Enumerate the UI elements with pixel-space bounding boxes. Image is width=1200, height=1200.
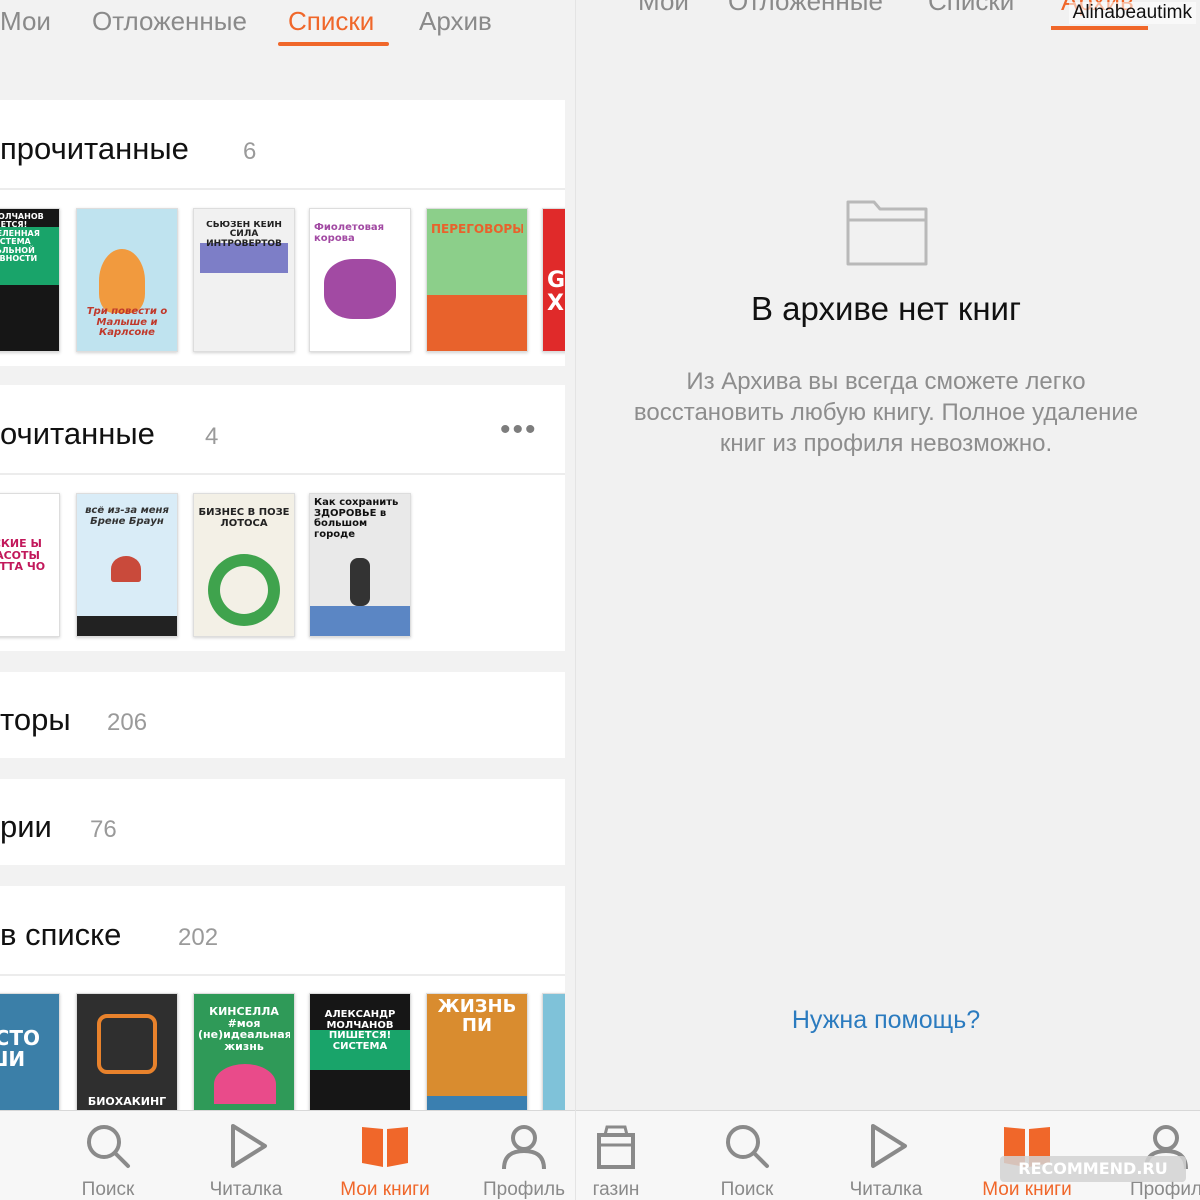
book-cover[interactable]: Три повести о Малыше и Карлсоне — [76, 208, 178, 352]
tab-deferred[interactable]: Отложенные — [728, 0, 883, 17]
tab-archive[interactable]: Архив — [419, 6, 492, 37]
book-cover[interactable]: АЛЕКСАНДР МОЛЧАНОВ ПИШЕТСЯ! СИСТЕМА — [309, 993, 411, 1116]
bottom-navigation: н Поиск Читалка Мои книги — [0, 1110, 575, 1200]
list-title: в списке — [0, 917, 122, 952]
nav-search[interactable]: Поиск — [677, 1111, 817, 1200]
list-card-read[interactable]: прочитанные 6 ДР МОЛЧАНОВ ШЕТСЯ! РЕДЕЛЕН… — [0, 100, 565, 366]
book-cover-text: всё из-за меня Брене Браун — [85, 506, 169, 527]
nav-profile[interactable]: Профиль — [454, 1111, 575, 1200]
book-cover[interactable]: Фиолетовая корова — [309, 208, 411, 352]
list-card-in-list[interactable]: в списке 202 РОСТО ЫШИ БИОХАКИНГ КИНСЕЛЛ… — [0, 886, 565, 1116]
screenshot-root: Мои Отложенные Списки Архив прочитанные … — [0, 0, 1200, 1200]
book-cover-text: Фиолетовая корова — [314, 223, 385, 244]
folder-icon — [846, 200, 928, 266]
empty-state-description: Из Архива вы всегда сможете легко восста… — [633, 368, 1139, 457]
bottom-navigation: газин Поиск Читалка Мои книги Профил — [576, 1110, 1200, 1200]
book-cover-text: Как сохранить ЗДОРОВЬЕ в большом городе — [314, 498, 399, 540]
list-count: 202 — [178, 924, 219, 951]
book-cover[interactable]: ЖИЗНЬ ПИ — [426, 993, 528, 1116]
book-cover[interactable]: G ОТ ХО — [542, 208, 565, 352]
book-cover-text: ДР МОЛЧАНОВ ШЕТСЯ! РЕДЕЛЕННАЯ СИСТЕМА ИС… — [0, 213, 44, 263]
tab-lists[interactable]: Списки — [928, 0, 1014, 17]
play-icon — [231, 1124, 267, 1168]
list-title: рии — [0, 809, 52, 844]
list-title: торы — [0, 702, 71, 737]
nav-shop[interactable]: газин — [576, 1111, 686, 1200]
book-cover[interactable] — [542, 993, 565, 1116]
book-cover[interactable]: РОСТО ЫШИ — [0, 993, 60, 1116]
list-card-authors[interactable]: торы 206 — [0, 672, 565, 758]
nav-shop[interactable]: н — [0, 1111, 40, 1200]
book-cover-text: ЕЙСКИЕ Ы КРАСОТЫ РЛОТТА ЧО — [0, 538, 46, 573]
shop-icon — [597, 1125, 635, 1169]
book-cover[interactable]: БИЗНЕС В ПОЗЕ ЛОТОСА — [193, 493, 295, 637]
list-count: 76 — [90, 816, 117, 843]
tab-my[interactable]: Мои — [0, 6, 51, 37]
book-cover[interactable]: КИНСЕЛЛА #моя (не)идеальная жизнь — [193, 993, 295, 1116]
book-cover[interactable]: всё из-за меня Брене Браун — [76, 493, 178, 637]
list-title: очитанные — [0, 416, 155, 451]
right-screen: Мои Отложенные Списки Архив Alinabeautim… — [575, 0, 1200, 1200]
active-tab-indicator — [278, 42, 389, 46]
book-cover-text: АЛЕКСАНДР МОЛЧАНОВ ПИШЕТСЯ! СИСТЕМА — [324, 1010, 396, 1052]
nav-label: Поиск — [81, 1179, 135, 1200]
divider — [0, 188, 565, 190]
username-overlay: Alinabeautimk — [1068, 2, 1196, 24]
active-tab-indicator — [1051, 26, 1148, 30]
empty-state-title: В архиве нет книг — [750, 290, 1022, 327]
nav-label: Поиск — [720, 1179, 774, 1200]
nav-reader[interactable]: Читалка — [176, 1111, 316, 1200]
list-title: прочитанные — [0, 131, 189, 166]
book-cover-text: КИНСЕЛЛА #моя (не)идеальная жизнь — [198, 1006, 290, 1053]
list-card-reading[interactable]: очитанные 4 ••• ЕЙСКИЕ Ы КРАСОТЫ РЛОТТА … — [0, 385, 565, 651]
divider — [0, 473, 565, 475]
divider — [0, 974, 565, 976]
book-cover-text: БИОХАКИНГ — [87, 1096, 167, 1108]
more-options-icon[interactable]: ••• — [500, 415, 538, 445]
tab-lists[interactable]: Списки — [288, 6, 374, 37]
book-cover-text: G ОТ ХО — [547, 269, 565, 316]
nav-label: газин — [592, 1179, 640, 1200]
nav-label: Профил — [1129, 1179, 1200, 1200]
book-cover-text: ПЕРЕГОВОРЫ — [431, 223, 523, 236]
book-cover[interactable]: СЬЮЗЕН КЕЙН СИЛА ИНТРОВЕРТОВ — [193, 208, 295, 352]
profile-icon — [502, 1125, 546, 1170]
tab-deferred[interactable]: Отложенные — [92, 6, 247, 37]
nav-my-books[interactable]: Мои книги — [315, 1111, 455, 1200]
search-icon — [726, 1125, 769, 1168]
help-link[interactable]: Нужна помощь? — [576, 1006, 1196, 1035]
book-cover-text: РОСТО ЫШИ — [0, 1028, 40, 1070]
book-cover[interactable]: ПЕРЕГОВОРЫ — [426, 208, 528, 352]
watermark-logo: RECOMMEND.RU — [1000, 1156, 1186, 1182]
book-cover[interactable]: Как сохранить ЗДОРОВЬЕ в большом городе — [309, 493, 411, 637]
nav-label: Мои книги — [340, 1179, 430, 1200]
book-cover-text: БИЗНЕС В ПОЗЕ ЛОТОСА — [198, 508, 290, 529]
nav-search[interactable]: Поиск — [38, 1111, 178, 1200]
nav-label: Мои книги — [982, 1179, 1072, 1200]
list-count: 6 — [243, 138, 257, 165]
search-icon — [87, 1125, 130, 1168]
play-icon — [871, 1124, 907, 1168]
tab-my[interactable]: Мои — [638, 0, 689, 17]
nav-label: Профиль — [482, 1179, 566, 1200]
book-cover[interactable]: БИОХАКИНГ — [76, 993, 178, 1116]
book-icon — [362, 1127, 408, 1167]
book-cover[interactable]: ЕЙСКИЕ Ы КРАСОТЫ РЛОТТА ЧО — [0, 493, 60, 637]
nav-label: Читалка — [209, 1179, 283, 1200]
nav-label: н — [0, 1179, 40, 1200]
book-cover-text: СЬЮЗЕН КЕЙН СИЛА ИНТРОВЕРТОВ — [206, 221, 282, 249]
book-cover-text: Три повести о Малыше и Карлсоне — [86, 307, 168, 338]
book-cover[interactable]: ДР МОЛЧАНОВ ШЕТСЯ! РЕДЕЛЕННАЯ СИСТЕМА ИС… — [0, 208, 60, 352]
left-screen: Мои Отложенные Списки Архив прочитанные … — [0, 0, 575, 1200]
list-count: 206 — [107, 709, 148, 736]
list-card-series[interactable]: рии 76 — [0, 779, 565, 865]
nav-label: Читалка — [849, 1179, 923, 1200]
list-count: 4 — [205, 423, 219, 450]
nav-reader[interactable]: Читалка — [816, 1111, 956, 1200]
top-tabs: Мои Отложенные Списки Архив — [0, 0, 575, 60]
book-cover-text: ЖИЗНЬ ПИ — [437, 998, 517, 1036]
